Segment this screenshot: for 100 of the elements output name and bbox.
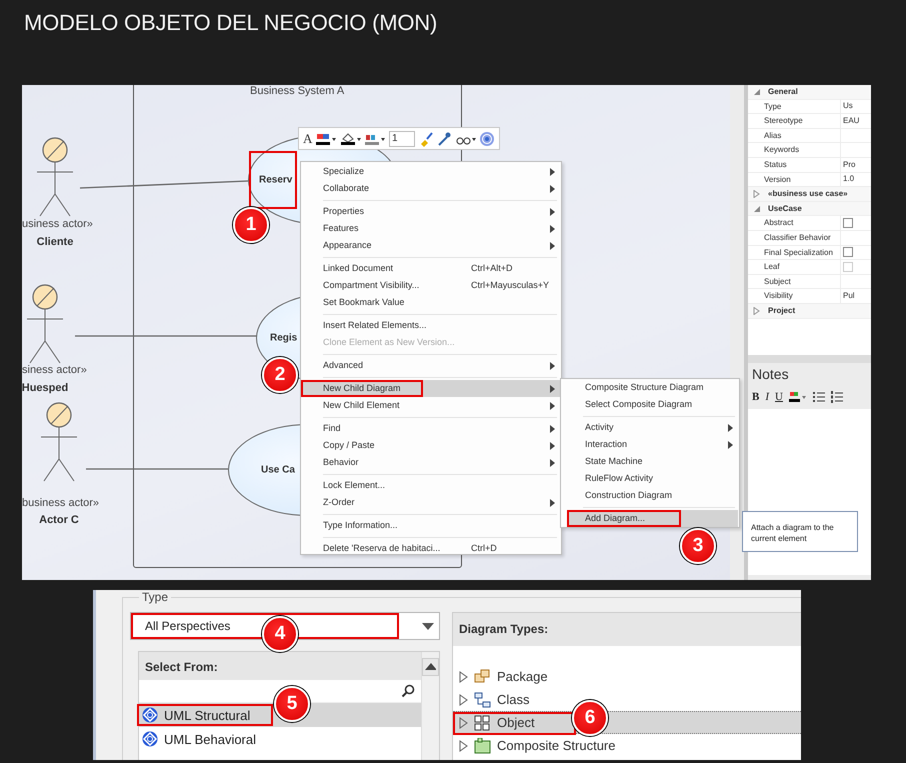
format-button[interactable]: B <box>752 391 760 403</box>
property-value: EAU <box>843 114 860 127</box>
menu-item[interactable]: Specialize <box>301 163 561 180</box>
menu-item[interactable]: Advanced <box>301 357 561 374</box>
tree-item[interactable]: Composite Structure <box>453 734 801 757</box>
menu-item[interactable]: RuleFlow Activity <box>561 470 739 487</box>
uml-icon <box>142 731 158 747</box>
submenu-arrow-icon <box>550 242 555 250</box>
property-value: Pul <box>843 290 855 302</box>
object-icon <box>474 714 491 730</box>
actor-name: Actor C <box>38 514 80 526</box>
menu-item[interactable]: Copy / Paste <box>301 437 561 454</box>
format-button[interactable]: I <box>765 391 770 403</box>
list-item[interactable]: UML Behavioral <box>139 727 421 751</box>
text-color-icon[interactable] <box>788 391 807 403</box>
property-label: Abstract <box>748 216 841 230</box>
checkbox[interactable] <box>843 218 853 228</box>
class-icon <box>474 692 491 708</box>
property-value: Us <box>843 100 853 112</box>
menu-item[interactable]: Linked Document Ctrl+Alt+D <box>301 260 561 277</box>
menu-item[interactable]: State Machine <box>561 453 739 470</box>
submenu-arrow-icon <box>728 424 733 432</box>
property-label: Status <box>748 158 841 172</box>
menu-item[interactable]: Insert Related Elements... <box>301 317 561 334</box>
menu-item[interactable]: Properties <box>301 203 561 220</box>
property-label: Alias <box>748 128 841 142</box>
property-group-title: Project <box>768 306 796 316</box>
bullet-list-icon[interactable] <box>812 391 825 403</box>
menu-item[interactable]: New Child Element <box>301 397 561 414</box>
target-icon[interactable] <box>479 130 496 146</box>
scroll-up-icon[interactable] <box>422 658 439 676</box>
scrollbar[interactable] <box>421 652 439 760</box>
format-button[interactable]: U <box>775 391 783 403</box>
font-button[interactable]: A <box>303 130 312 146</box>
expand-toggle-icon[interactable] <box>753 190 761 198</box>
menu-item[interactable]: Collaborate <box>301 180 561 197</box>
expand-toggle-icon[interactable] <box>459 694 468 706</box>
property-value: Pro <box>843 158 856 171</box>
submenu-arrow-icon <box>550 208 555 216</box>
submenu-arrow-icon <box>550 185 555 193</box>
property-label: Version <box>748 172 841 186</box>
actor-stereotype: usiness actor» <box>22 218 93 230</box>
checkbox[interactable] <box>843 247 853 258</box>
submenu-arrow-icon <box>550 499 555 507</box>
submenu-arrow-icon <box>550 425 555 433</box>
menu-item[interactable]: Set Bookmark Value <box>301 294 561 311</box>
property-group-title: UseCase <box>768 204 802 214</box>
menu-item[interactable]: Compartment Visibility... Ctrl+Mayusculas+Y <box>301 277 561 294</box>
menu-item[interactable]: Delete 'Reserva de habitaci... Ctrl+D <box>301 540 561 557</box>
submenu-arrow-icon <box>550 225 555 233</box>
use-case-label: Regis <box>270 332 298 344</box>
group-label: Type <box>141 590 170 604</box>
line-width-field[interactable]: 1 <box>388 130 415 146</box>
menu-item[interactable]: Type Information... <box>301 517 561 534</box>
property-value: 1.0 <box>843 173 854 186</box>
expand-toggle-icon[interactable] <box>753 88 761 96</box>
font-color-icon[interactable] <box>315 132 337 146</box>
property-label: Keywords <box>748 143 841 157</box>
panel-header: Diagram Types: <box>453 613 801 646</box>
menu-item[interactable]: New Child Diagram <box>301 380 561 397</box>
property-group-title: «business use case» <box>768 189 848 198</box>
actor-name: Cliente <box>36 236 74 248</box>
submenu-arrow-icon <box>550 442 555 450</box>
numbered-list-icon[interactable] <box>830 391 843 403</box>
property-label: Classifier Behavior <box>748 230 841 245</box>
expand-toggle-icon[interactable] <box>753 204 761 213</box>
submenu-arrow-icon <box>550 402 555 410</box>
menu-item[interactable]: Construction Diagram <box>561 487 739 504</box>
property-group-title: General <box>768 87 798 96</box>
use-case-label: Use Ca <box>261 464 295 476</box>
menu-item[interactable]: Lock Element... <box>301 477 561 494</box>
submenu-arrow-icon <box>550 168 555 176</box>
menu-item[interactable]: Appearance <box>301 237 561 254</box>
menu-item[interactable]: Add Diagram... <box>567 510 738 527</box>
property-label: Visibility <box>748 289 841 303</box>
menu-item[interactable]: Composite Structure Diagram <box>561 379 739 396</box>
menu-item[interactable]: Interaction <box>561 436 739 453</box>
composite-structure-icon <box>474 738 491 754</box>
panel-header: Select From: <box>139 652 421 680</box>
property-label: Subject <box>748 274 841 288</box>
uml-icon <box>142 707 158 723</box>
expand-toggle-icon[interactable] <box>753 306 761 315</box>
property-label: Type <box>748 100 841 114</box>
menu-item[interactable]: Find <box>301 420 561 437</box>
expand-toggle-icon[interactable] <box>459 670 468 682</box>
eyedropper-icon[interactable] <box>436 130 452 146</box>
submenu-arrow-icon <box>728 441 733 449</box>
property-label: Leaf <box>748 260 841 274</box>
menu-item[interactable]: Z-Order <box>301 494 561 511</box>
tooltip: Attach a diagram to the current element <box>742 511 858 552</box>
tree-item[interactable]: Package <box>453 665 801 688</box>
menu-item[interactable]: Activity <box>561 419 739 436</box>
submenu-arrow-icon <box>550 362 555 370</box>
fill-color-icon[interactable] <box>340 132 362 146</box>
menu-item[interactable]: Select Composite Diagram <box>561 396 739 413</box>
expand-toggle-icon[interactable] <box>459 740 468 752</box>
notes-title: Notes <box>751 365 790 384</box>
expand-toggle-icon[interactable] <box>459 716 468 728</box>
menu-item[interactable]: Behavior <box>301 454 561 471</box>
menu-item[interactable]: Features <box>301 220 561 237</box>
